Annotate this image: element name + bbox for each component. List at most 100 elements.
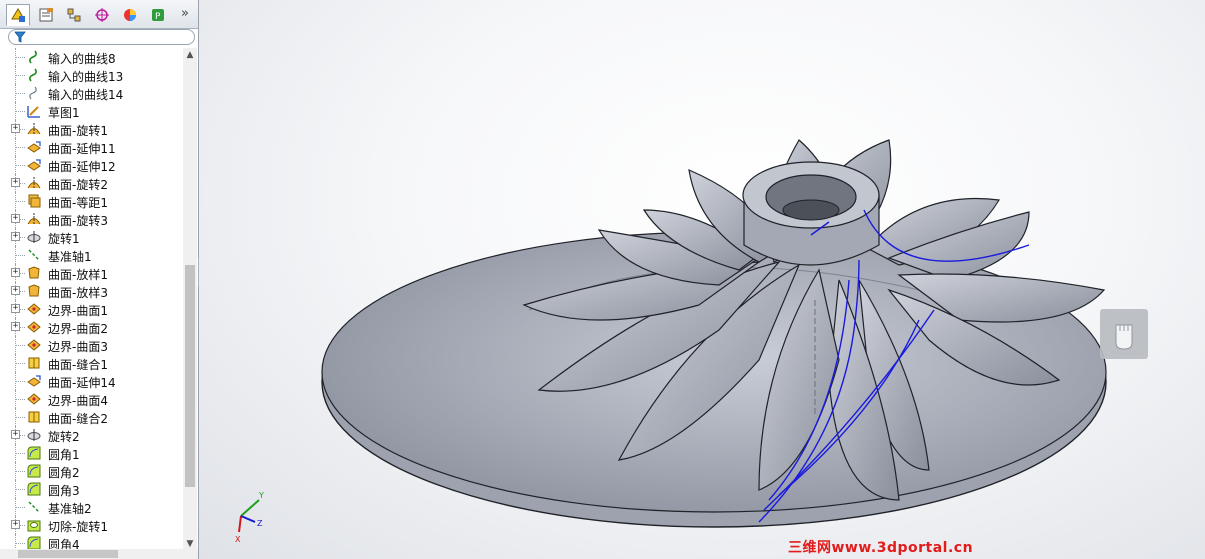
surface-extend-icon [27,159,41,171]
expand-icon[interactable]: + [11,268,20,277]
graphics-area[interactable]: Y X Z [199,0,1205,559]
view-handle-button[interactable] [1100,309,1148,359]
tree-item-label: 曲面-延伸12 [48,160,116,174]
tree-item[interactable]: 边界-曲面4 [0,390,183,408]
curve-icon [29,68,37,82]
tree-item-label: 曲面-延伸11 [48,142,116,156]
tree-item[interactable]: + 曲面-旋转2 [0,174,183,192]
tree-item-label: 曲面-等距1 [48,196,108,210]
featuremanager-icon [11,8,25,22]
tree-item[interactable]: + 曲面-放样3 [0,282,183,300]
tree-horizontal-scrollbar[interactable] [0,549,198,559]
tree-guide-line [16,147,25,148]
tree-item-label: 切除-旋转1 [48,520,108,534]
tree-item[interactable]: 曲面-缝合2 [0,408,183,426]
tree-item-label: 曲面-放样3 [48,286,108,300]
tree-item[interactable]: 曲面-延伸11 [0,138,183,156]
surface-knit-icon [28,411,40,423]
tree-item-label: 边界-曲面3 [48,340,108,354]
curve-icon [29,50,37,64]
tree-guide-line [16,201,25,202]
surface-extend-icon [27,375,41,387]
scroll-up-arrow-icon[interactable]: ▲ [183,48,197,62]
cut-revolve-icon [27,520,41,532]
tree-item[interactable]: + 旋转1 [0,228,183,246]
tree-guide-line [16,417,25,418]
axis-y-label: Y [258,491,264,500]
tree-item-label: 边界-曲面2 [48,322,108,336]
tree-item[interactable]: + 曲面-旋转1 [0,120,183,138]
tree-guide-line [16,399,25,400]
tree-item[interactable]: 曲面-延伸14 [0,372,183,390]
scroll-thumb[interactable] [185,265,195,487]
expand-icon[interactable]: + [11,322,20,331]
tree-item[interactable]: 输入的曲线8 [0,48,183,66]
tree-item[interactable]: + 边界-曲面1 [0,300,183,318]
tree-item[interactable]: 输入的曲线13 [0,66,183,84]
surface-revolve-icon [27,177,41,189]
feature-tree: 输入的曲线8 输入的曲线13 输入的曲线14 草图1 + 曲面-旋转1 曲面-延伸11 曲面-… [0,48,183,551]
curve-faded-icon [29,86,37,100]
sketch-icon [27,106,40,118]
tree-item-label: 曲面-放样1 [48,268,108,282]
tree-item[interactable]: + 曲面-放样1 [0,264,183,282]
tree-item[interactable]: 曲面-等距1 [0,192,183,210]
tree-item[interactable]: 输入的曲线14 [0,84,183,102]
configurationmanager-icon [67,8,81,22]
more-tabs-button[interactable]: » [178,5,192,23]
tree-item[interactable]: 基准轴1 [0,246,183,264]
tree-item-label: 基准轴2 [48,502,92,516]
expand-icon[interactable]: + [11,520,20,529]
tree-item[interactable]: 基准轴2 [0,498,183,516]
expand-icon[interactable]: + [11,304,20,313]
fillet-icon [27,464,41,478]
tree-guide-line [16,381,25,382]
tree-item-label: 输入的曲线8 [48,52,116,66]
tree-item[interactable]: + 切除-旋转1 [0,516,183,534]
impeller-model[interactable] [199,0,1205,559]
expand-icon[interactable]: + [11,214,20,223]
expand-icon[interactable]: + [11,178,20,187]
tree-item[interactable]: + 旋转2 [0,426,183,444]
feature-filter-input[interactable] [8,29,195,45]
tree-guide-line [16,543,25,544]
tree-item[interactable]: 曲面-延伸12 [0,156,183,174]
expand-icon[interactable]: + [11,124,20,133]
tree-guide-line [16,363,25,364]
configurationmanager-tab[interactable] [62,4,86,26]
surface-loft-icon [28,266,40,279]
tree-item-label: 圆角2 [48,466,80,480]
hand-icon [1115,324,1133,350]
tree-item[interactable]: + 边界-曲面2 [0,318,183,336]
tree-item[interactable]: 圆角1 [0,444,183,462]
tree-item-label: 圆角1 [48,448,80,462]
revolve-icon [27,231,41,243]
tree-item[interactable]: 圆角3 [0,480,183,498]
photoview-tab[interactable]: P [146,4,170,26]
display-manager-tab[interactable] [118,4,142,26]
tree-guide-line [16,471,25,472]
tree-item-label: 旋转1 [48,232,80,246]
tree-item-label: 旋转2 [48,430,80,444]
surface-loft-icon [28,284,40,297]
expand-icon[interactable]: + [11,430,20,439]
tree-item[interactable]: + 曲面-旋转3 [0,210,183,228]
tree-item-label: 输入的曲线13 [48,70,124,84]
axis-x-label: X [235,535,241,544]
surface-offset-icon [28,194,41,208]
tree-vertical-scrollbar[interactable]: ▲ ▼ [183,48,197,551]
tree-item[interactable]: 曲面-缝合1 [0,354,183,372]
hscroll-thumb[interactable] [18,550,118,558]
featuremanager-tab[interactable] [6,4,30,26]
tree-item-label: 曲面-缝合2 [48,412,108,426]
tree-item[interactable]: 边界-曲面3 [0,336,183,354]
tree-item[interactable]: 草图1 [0,102,183,120]
tree-item[interactable]: 圆角2 [0,462,183,480]
dimxpert-tab[interactable] [90,4,114,26]
dimxpert-icon [95,8,109,22]
expand-icon[interactable]: + [11,232,20,241]
expand-icon[interactable]: + [11,286,20,295]
propertymanager-tab[interactable] [34,4,58,26]
revolve-icon [27,429,41,441]
site-watermark: 三维网www.3dportal.cn [788,540,974,556]
